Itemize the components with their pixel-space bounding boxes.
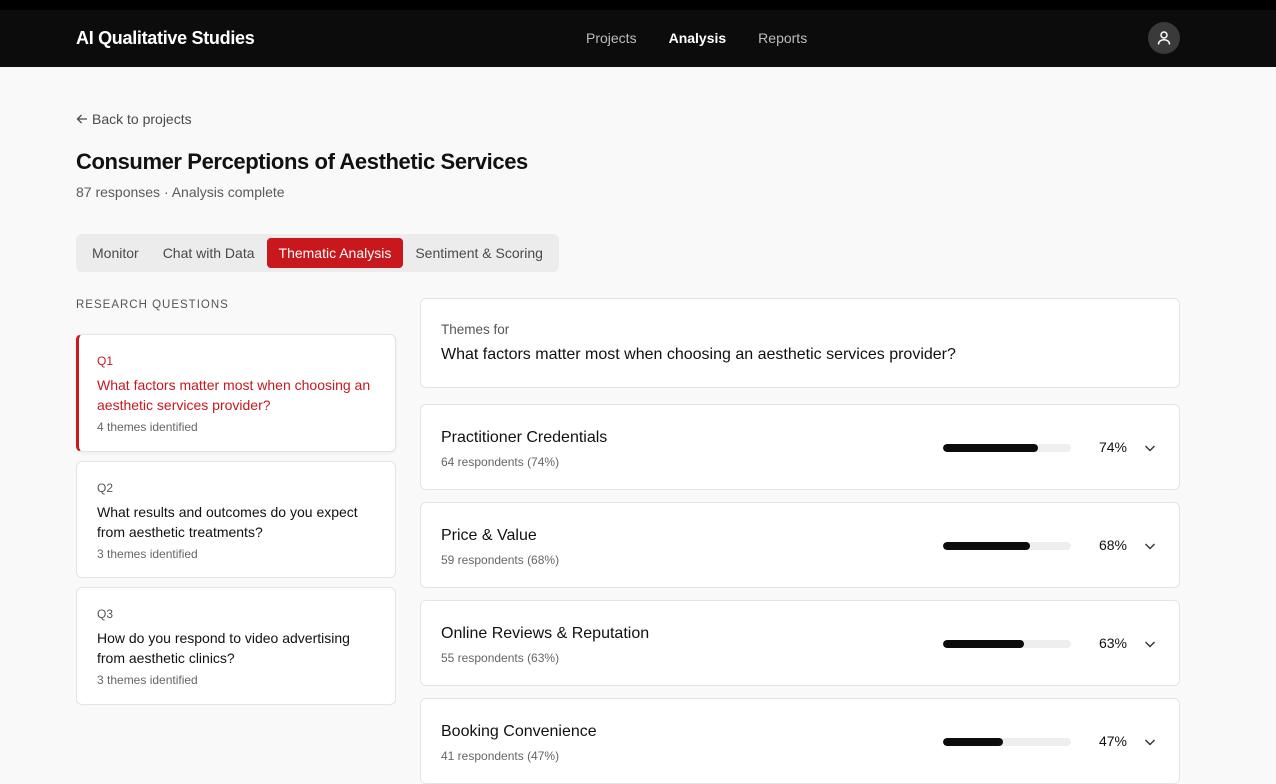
theme-name: Price & Value bbox=[441, 527, 537, 544]
question-theme-count: 4 themes identified bbox=[97, 420, 198, 434]
chevron-down-icon[interactable] bbox=[1143, 735, 1157, 749]
theme-card[interactable]: Price & Value 59 respondents (68%) 68% bbox=[420, 502, 1180, 588]
theme-name: Booking Convenience bbox=[441, 723, 597, 740]
themes-header-card: Themes for What factors matter most when… bbox=[420, 298, 1180, 388]
question-theme-count: 3 themes identified bbox=[97, 547, 198, 561]
question-text: What factors matter most when choosing a… bbox=[97, 377, 371, 413]
question-number: Q1 bbox=[97, 354, 114, 368]
tab-monitor[interactable]: Monitor bbox=[80, 238, 151, 268]
theme-card[interactable]: Practitioner Credentials 64 respondents … bbox=[420, 404, 1180, 490]
research-questions-label: RESEARCH QUESTIONS bbox=[76, 299, 229, 311]
theme-respondents: 55 respondents (63%) bbox=[441, 651, 560, 665]
main-nav: Projects Analysis Reports bbox=[586, 30, 807, 46]
back-label: Back to projects bbox=[92, 111, 192, 127]
theme-progress-fill bbox=[943, 444, 1038, 452]
brand-logo[interactable]: AI Qualitative Studies bbox=[76, 28, 255, 49]
theme-progress-fill bbox=[943, 738, 1004, 746]
tab-thematic-analysis[interactable]: Thematic Analysis bbox=[266, 238, 404, 268]
question-theme-count: 3 themes identified bbox=[97, 673, 198, 687]
theme-card[interactable]: Online Reviews & Reputation 55 responden… bbox=[420, 600, 1180, 686]
theme-name: Practitioner Credentials bbox=[441, 429, 608, 446]
theme-card[interactable]: Booking Convenience 41 respondents (47%)… bbox=[420, 698, 1180, 784]
page-title: Consumer Perceptions of Aesthetic Servic… bbox=[76, 149, 528, 174]
page-subtitle: 87 responses · Analysis complete bbox=[76, 184, 285, 200]
theme-percent: 74% bbox=[1098, 439, 1127, 455]
user-icon bbox=[1157, 31, 1171, 45]
question-number: Q2 bbox=[97, 481, 114, 495]
nav-analysis[interactable]: Analysis bbox=[669, 30, 727, 46]
question-card-q1[interactable]: Q1 What factors matter most when choosin… bbox=[76, 334, 396, 452]
analysis-tabs: Monitor Chat with Data Thematic Analysis… bbox=[76, 234, 559, 272]
theme-percent: 47% bbox=[1098, 733, 1127, 749]
theme-progress-fill bbox=[943, 542, 1031, 550]
theme-respondents: 59 respondents (68%) bbox=[441, 553, 560, 567]
chevron-down-icon[interactable] bbox=[1143, 441, 1157, 455]
theme-name: Online Reviews & Reputation bbox=[441, 625, 650, 642]
chevron-down-icon[interactable] bbox=[1143, 637, 1157, 651]
theme-percent: 63% bbox=[1098, 635, 1127, 651]
theme-progress-bar bbox=[943, 738, 1071, 746]
question-text: How do you respond to video advertising … bbox=[97, 630, 350, 666]
chevron-down-icon[interactable] bbox=[1143, 539, 1157, 553]
selected-question: What factors matter most when choosing a… bbox=[441, 346, 956, 363]
question-card-q3[interactable]: Q3 How do you respond to video advertisi… bbox=[76, 587, 396, 705]
nav-reports[interactable]: Reports bbox=[758, 30, 807, 46]
themes-for-label: Themes for bbox=[441, 322, 510, 337]
question-text: What results and outcomes do you expect … bbox=[97, 504, 358, 540]
theme-progress-bar bbox=[943, 444, 1071, 452]
theme-respondents: 64 respondents (74%) bbox=[441, 455, 560, 469]
theme-progress-fill bbox=[943, 640, 1024, 648]
theme-respondents: 41 respondents (47%) bbox=[441, 749, 560, 763]
top-nav-bar: AI Qualitative Studies Projects Analysis… bbox=[0, 0, 1276, 67]
tab-sentiment-scoring[interactable]: Sentiment & Scoring bbox=[403, 238, 555, 268]
theme-progress-bar bbox=[943, 640, 1071, 648]
question-number: Q3 bbox=[97, 607, 114, 621]
theme-percent: 68% bbox=[1098, 537, 1127, 553]
tab-chat-with-data[interactable]: Chat with Data bbox=[151, 238, 267, 268]
user-avatar-button[interactable] bbox=[1148, 22, 1180, 54]
back-to-projects-link[interactable]: Back to projects bbox=[76, 111, 192, 127]
nav-projects[interactable]: Projects bbox=[586, 30, 637, 46]
theme-progress-bar bbox=[943, 542, 1071, 550]
question-card-q2[interactable]: Q2 What results and outcomes do you expe… bbox=[76, 461, 396, 578]
arrow-left-icon bbox=[76, 114, 87, 124]
